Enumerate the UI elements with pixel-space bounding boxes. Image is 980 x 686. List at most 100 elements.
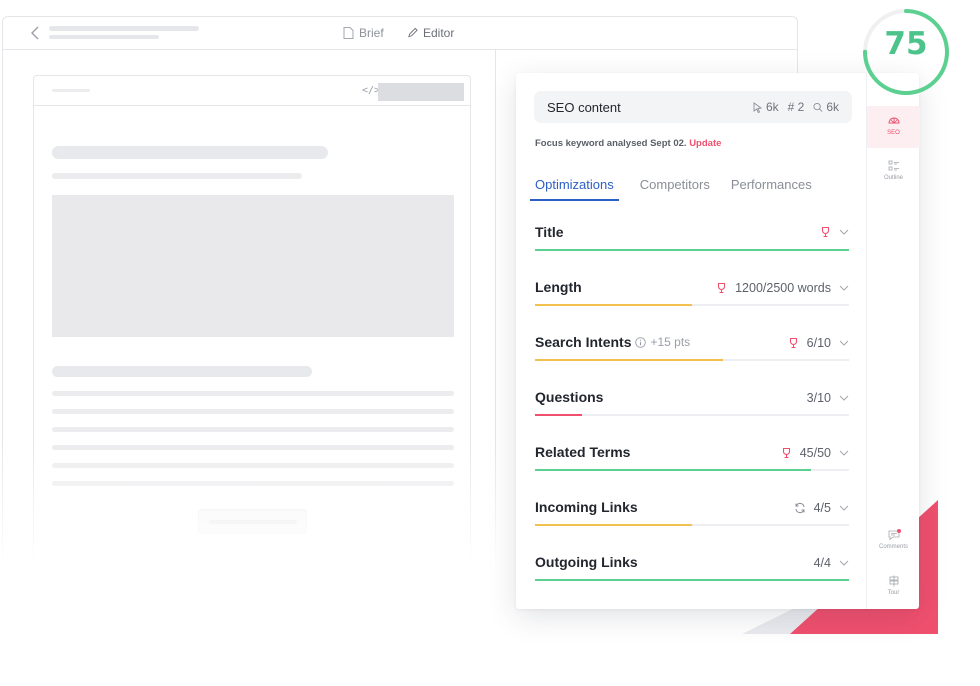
section-title-text: Search Intents — [535, 334, 632, 350]
section-questions[interactable]: Questions 3/10 — [535, 389, 849, 429]
keyword-text: SEO content — [547, 99, 621, 115]
refresh-icon — [795, 502, 805, 514]
keyword-box[interactable]: SEO content 6k # 2 6k — [534, 91, 852, 123]
metric-search-value: 6k — [826, 100, 839, 114]
section-title: Length — [535, 279, 582, 295]
tab-brief-label: Brief — [359, 26, 384, 40]
section-value: 1200/2500 words — [735, 281, 831, 295]
section-progress-track — [535, 304, 849, 306]
text-line-placeholder — [52, 427, 454, 432]
section-title[interactable]: Title — [535, 224, 849, 264]
section-status: 4/5 — [794, 501, 849, 515]
focus-keyword-status: Focus keyword analysed Sept 02. Update — [535, 138, 721, 149]
rail-item-seo[interactable]: SEO — [867, 106, 920, 148]
chevron-down-icon[interactable] — [839, 560, 849, 566]
rail-item-outline[interactable]: Outline — [867, 160, 920, 181]
subheading-placeholder — [52, 366, 312, 377]
chevron-down-icon[interactable] — [839, 505, 849, 511]
chevron-down-icon[interactable] — [839, 395, 849, 401]
outline-icon — [888, 160, 899, 171]
chevron-down-icon[interactable] — [839, 285, 849, 291]
section-progress-fill — [535, 414, 583, 416]
rail-tour-label: Tour — [887, 590, 900, 596]
section-progress-fill — [535, 304, 692, 306]
chevron-down-icon[interactable] — [839, 340, 849, 346]
text-placeholder — [52, 173, 302, 179]
trophy-icon — [782, 447, 790, 459]
tab-optimizations[interactable]: Optimizations — [530, 177, 619, 201]
tab-brief[interactable]: Brief — [343, 26, 384, 40]
text-line-placeholder — [52, 409, 454, 414]
section-status — [820, 226, 849, 238]
trophy-icon — [789, 337, 797, 349]
rail-item-comments[interactable]: Comments — [867, 529, 920, 550]
back-chevron-icon[interactable] — [29, 25, 43, 41]
section-related-terms[interactable]: Related Terms 45/50 — [535, 444, 849, 484]
section-search-intents[interactable]: Search Intents +15 pts 6/10 — [535, 334, 849, 374]
toolbar-button-placeholder[interactable] — [378, 83, 464, 101]
section-title-text: Questions — [535, 389, 604, 405]
chevron-down-icon[interactable] — [839, 229, 849, 235]
seo-panel: SEO content 6k # 2 6k Focus keyword anal… — [516, 73, 920, 609]
focus-status-text: Focus keyword analysed Sept 02. — [535, 138, 687, 149]
section-title: Related Terms — [535, 444, 630, 460]
metric-clicks-value: 6k — [765, 100, 779, 114]
document-toolbar: </> — [34, 76, 470, 106]
cursor-icon — [753, 101, 763, 113]
section-title-text: Outgoing Links — [535, 554, 638, 570]
rail-comments-label: Comments — [878, 544, 908, 550]
section-title: Outgoing Links — [535, 554, 638, 570]
gauge-icon — [887, 117, 900, 124]
trophy-icon — [821, 226, 830, 238]
section-title-text: Related Terms — [535, 444, 631, 460]
section-title: Title — [535, 224, 564, 240]
section-value: 45/50 — [799, 446, 831, 460]
section-title-text: Length — [535, 279, 582, 295]
seo-score: 75 — [884, 26, 928, 62]
toolbar-placeholder — [52, 89, 90, 92]
section-bonus: +15 pts — [635, 335, 690, 349]
section-length[interactable]: Length 1200/2500 words — [535, 279, 849, 319]
tab-performances[interactable]: Performances — [731, 177, 812, 201]
section-progress-fill — [535, 579, 849, 581]
section-progress-track — [535, 579, 849, 581]
rail-outline-label: Outline — [883, 175, 903, 181]
trophy-icon — [718, 282, 726, 294]
section-status: 45/50 — [781, 446, 849, 460]
section-title: Search Intents +15 pts — [535, 334, 690, 350]
metric-clicks: 6k — [753, 100, 779, 114]
update-link[interactable]: Update — [689, 138, 721, 149]
pencil-icon — [408, 27, 418, 38]
editor-header: Brief Editor — [3, 17, 797, 50]
section-progress-track — [535, 249, 849, 251]
heading-placeholder — [52, 146, 328, 159]
notification-dot — [897, 529, 901, 533]
info-icon[interactable] — [635, 336, 647, 348]
section-progress-track — [535, 414, 849, 416]
section-outgoing-links[interactable]: Outgoing Links 4/4 — [535, 554, 849, 594]
metric-rank: # 2 — [788, 100, 805, 114]
section-progress-fill — [535, 469, 812, 471]
section-progress-track — [535, 524, 849, 526]
signpost-icon — [889, 575, 898, 587]
section-value: 4/4 — [813, 556, 831, 570]
tab-competitors[interactable]: Competitors — [640, 177, 710, 201]
document-icon — [343, 27, 354, 39]
section-title-text: Incoming Links — [535, 499, 638, 515]
section-value: 3/10 — [806, 391, 831, 405]
section-title-text: Title — [535, 224, 564, 240]
chevron-down-icon[interactable] — [839, 450, 849, 456]
rail-item-tour[interactable]: Tour — [867, 575, 920, 596]
section-status: 6/10 — [788, 336, 849, 350]
keyword-metrics: 6k # 2 6k — [753, 100, 839, 114]
section-incoming-links[interactable]: Incoming Links 4/5 — [535, 499, 849, 539]
subtitle-placeholder-bar — [49, 35, 159, 39]
section-value: 4/5 — [813, 501, 831, 515]
title-placeholder-bar — [49, 26, 199, 31]
image-placeholder — [52, 195, 454, 337]
seo-tabs: Optimizations Competitors Performances — [530, 177, 812, 201]
seo-main: SEO content 6k # 2 6k Focus keyword anal… — [516, 73, 866, 609]
tab-editor[interactable]: Editor — [407, 26, 454, 40]
tab-editor-label: Editor — [423, 26, 455, 40]
section-progress-fill — [535, 249, 849, 251]
